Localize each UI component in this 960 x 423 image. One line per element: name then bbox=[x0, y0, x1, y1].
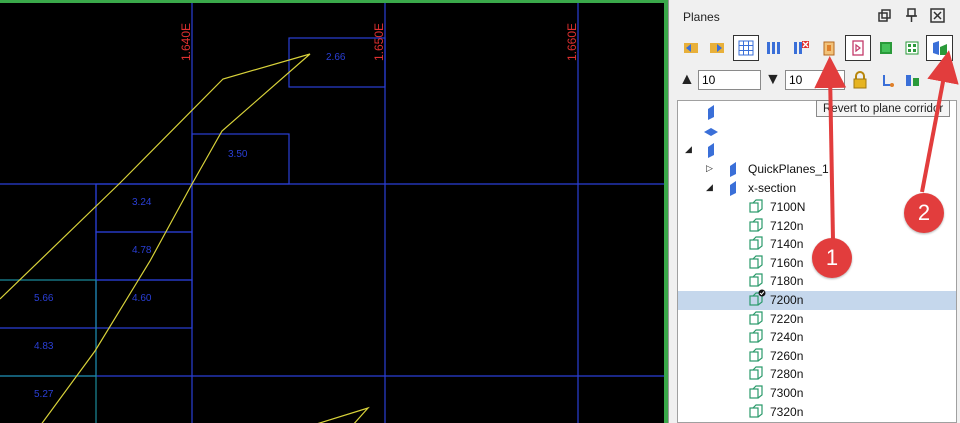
raise-triangle-icon[interactable]: ▲ bbox=[679, 72, 695, 88]
green-plane-icon[interactable] bbox=[875, 35, 897, 61]
tree-plane-label: 7160n bbox=[770, 255, 804, 270]
collapse-arrow-icon[interactable]: ◢ bbox=[706, 182, 713, 193]
grid-label: 1.660E bbox=[565, 23, 579, 61]
tree-node-label: x-section bbox=[748, 181, 797, 195]
tree-plane-item[interactable]: 7300n bbox=[678, 384, 956, 403]
tree-plane-label: 7260n bbox=[770, 348, 804, 363]
trace-polyline bbox=[317, 406, 370, 423]
tree-plane-item[interactable]: 7260n bbox=[678, 347, 956, 366]
panel-title: Planes bbox=[683, 10, 720, 24]
section-viewport[interactable]: 2.66 3.50 3.24 4.78 4.60 5.66 4.83 5.27 … bbox=[0, 0, 668, 423]
plane-group-icon bbox=[728, 161, 738, 181]
grid-label: 1.650E bbox=[372, 23, 386, 61]
block-value: 5.66 bbox=[34, 293, 54, 304]
section-plane-icon bbox=[749, 403, 763, 422]
callout-badge-1: 1 bbox=[812, 238, 852, 278]
block-value: 5.27 bbox=[34, 389, 54, 400]
revert-plane-icon[interactable] bbox=[845, 35, 871, 61]
small-grid-icon[interactable] bbox=[901, 35, 923, 61]
tree-plane-label: 7320n bbox=[770, 404, 804, 419]
block-outline bbox=[95, 231, 193, 281]
block-value: 3.24 bbox=[132, 197, 152, 208]
trace-polyline bbox=[0, 53, 311, 423]
restore-icon[interactable] bbox=[877, 8, 892, 23]
section-plane-icon bbox=[749, 310, 763, 329]
up-distance-field[interactable] bbox=[698, 70, 761, 90]
block-value: 2.66 bbox=[326, 52, 346, 63]
grid-label: 1.640E bbox=[179, 23, 193, 61]
grid-icon[interactable] bbox=[733, 35, 759, 61]
callout-badge-2: 2 bbox=[904, 193, 944, 233]
tree-plane-label: 7180n bbox=[770, 274, 804, 289]
section-plane-icon bbox=[749, 217, 763, 236]
tree-plane-label: 7100N bbox=[770, 200, 806, 214]
tree-plane-item[interactable]: 7320n bbox=[678, 403, 956, 422]
tree-plane-label: 7200n bbox=[770, 293, 804, 307]
section-plane-icon bbox=[749, 366, 763, 384]
tree-plane-item[interactable]: 7180n bbox=[678, 272, 956, 291]
tree-plane-item[interactable]: 7220n bbox=[678, 310, 956, 329]
tree-row[interactable] bbox=[678, 122, 956, 141]
tree-plane-item[interactable]: 7200n bbox=[678, 289, 956, 310]
plane-icon bbox=[706, 104, 716, 124]
section-plane-icon bbox=[749, 329, 763, 347]
tree-plane-item[interactable]: 7240n bbox=[678, 328, 956, 347]
section-plane-icon bbox=[749, 385, 763, 403]
next-plane-icon[interactable] bbox=[706, 35, 728, 61]
pin-icon[interactable] bbox=[904, 8, 919, 23]
tree-plane-label: 7120n bbox=[770, 218, 804, 233]
lower-triangle-icon[interactable]: ▼ bbox=[765, 72, 781, 88]
down-distance-field[interactable] bbox=[785, 70, 845, 90]
plane-corridor-icon[interactable] bbox=[818, 35, 840, 61]
section-plane-icon bbox=[749, 199, 763, 217]
tree-plane-item[interactable]: 7280n bbox=[678, 365, 956, 384]
horizontal-plane-icon bbox=[703, 126, 719, 140]
lock-icon[interactable] bbox=[852, 71, 868, 89]
section-plane-icon bbox=[749, 348, 763, 366]
block-outline bbox=[95, 279, 193, 329]
tree-plane-label: 7220n bbox=[770, 311, 804, 326]
plane-stack-icon[interactable] bbox=[904, 72, 922, 88]
tree-plane-label: 7140n bbox=[770, 237, 804, 252]
tree-plane-label: 7240n bbox=[770, 330, 804, 345]
block-value: 4.83 bbox=[34, 341, 54, 352]
plane-section-icon[interactable] bbox=[926, 35, 953, 61]
section-plane-icon bbox=[749, 255, 763, 273]
collapse-arrow-icon[interactable]: ◢ bbox=[685, 144, 692, 155]
tree-plane-label: 7300n bbox=[770, 386, 804, 400]
block-value: 4.60 bbox=[132, 293, 152, 304]
section-plane-icon bbox=[749, 289, 766, 310]
expand-arrow-icon[interactable]: ▷ bbox=[706, 163, 713, 174]
tree-node-label: QuickPlanes_1 bbox=[748, 162, 829, 176]
prev-plane-icon[interactable] bbox=[680, 35, 702, 61]
block-value: 3.50 bbox=[228, 149, 248, 160]
section-plane-icon bbox=[749, 236, 763, 254]
move-plane-icon[interactable] bbox=[880, 72, 896, 88]
tree-plane-label: 7280n bbox=[770, 367, 804, 382]
planes-icon[interactable] bbox=[763, 35, 785, 61]
tooltip: Revert to plane corridor bbox=[816, 100, 951, 117]
viewport-canvas: 2.66 3.50 3.24 4.78 4.60 5.66 4.83 5.27 … bbox=[0, 3, 664, 423]
delete-planes-icon[interactable] bbox=[790, 35, 812, 61]
tree-row[interactable]: ◢ bbox=[678, 141, 956, 162]
tree-node-quickplanes[interactable]: ▷ QuickPlanes_1 bbox=[678, 160, 956, 181]
plane-icon bbox=[706, 142, 716, 162]
plane-group-icon bbox=[728, 180, 738, 200]
close-icon[interactable] bbox=[930, 8, 945, 23]
block-value: 4.78 bbox=[132, 245, 152, 256]
block-outline bbox=[95, 183, 193, 233]
